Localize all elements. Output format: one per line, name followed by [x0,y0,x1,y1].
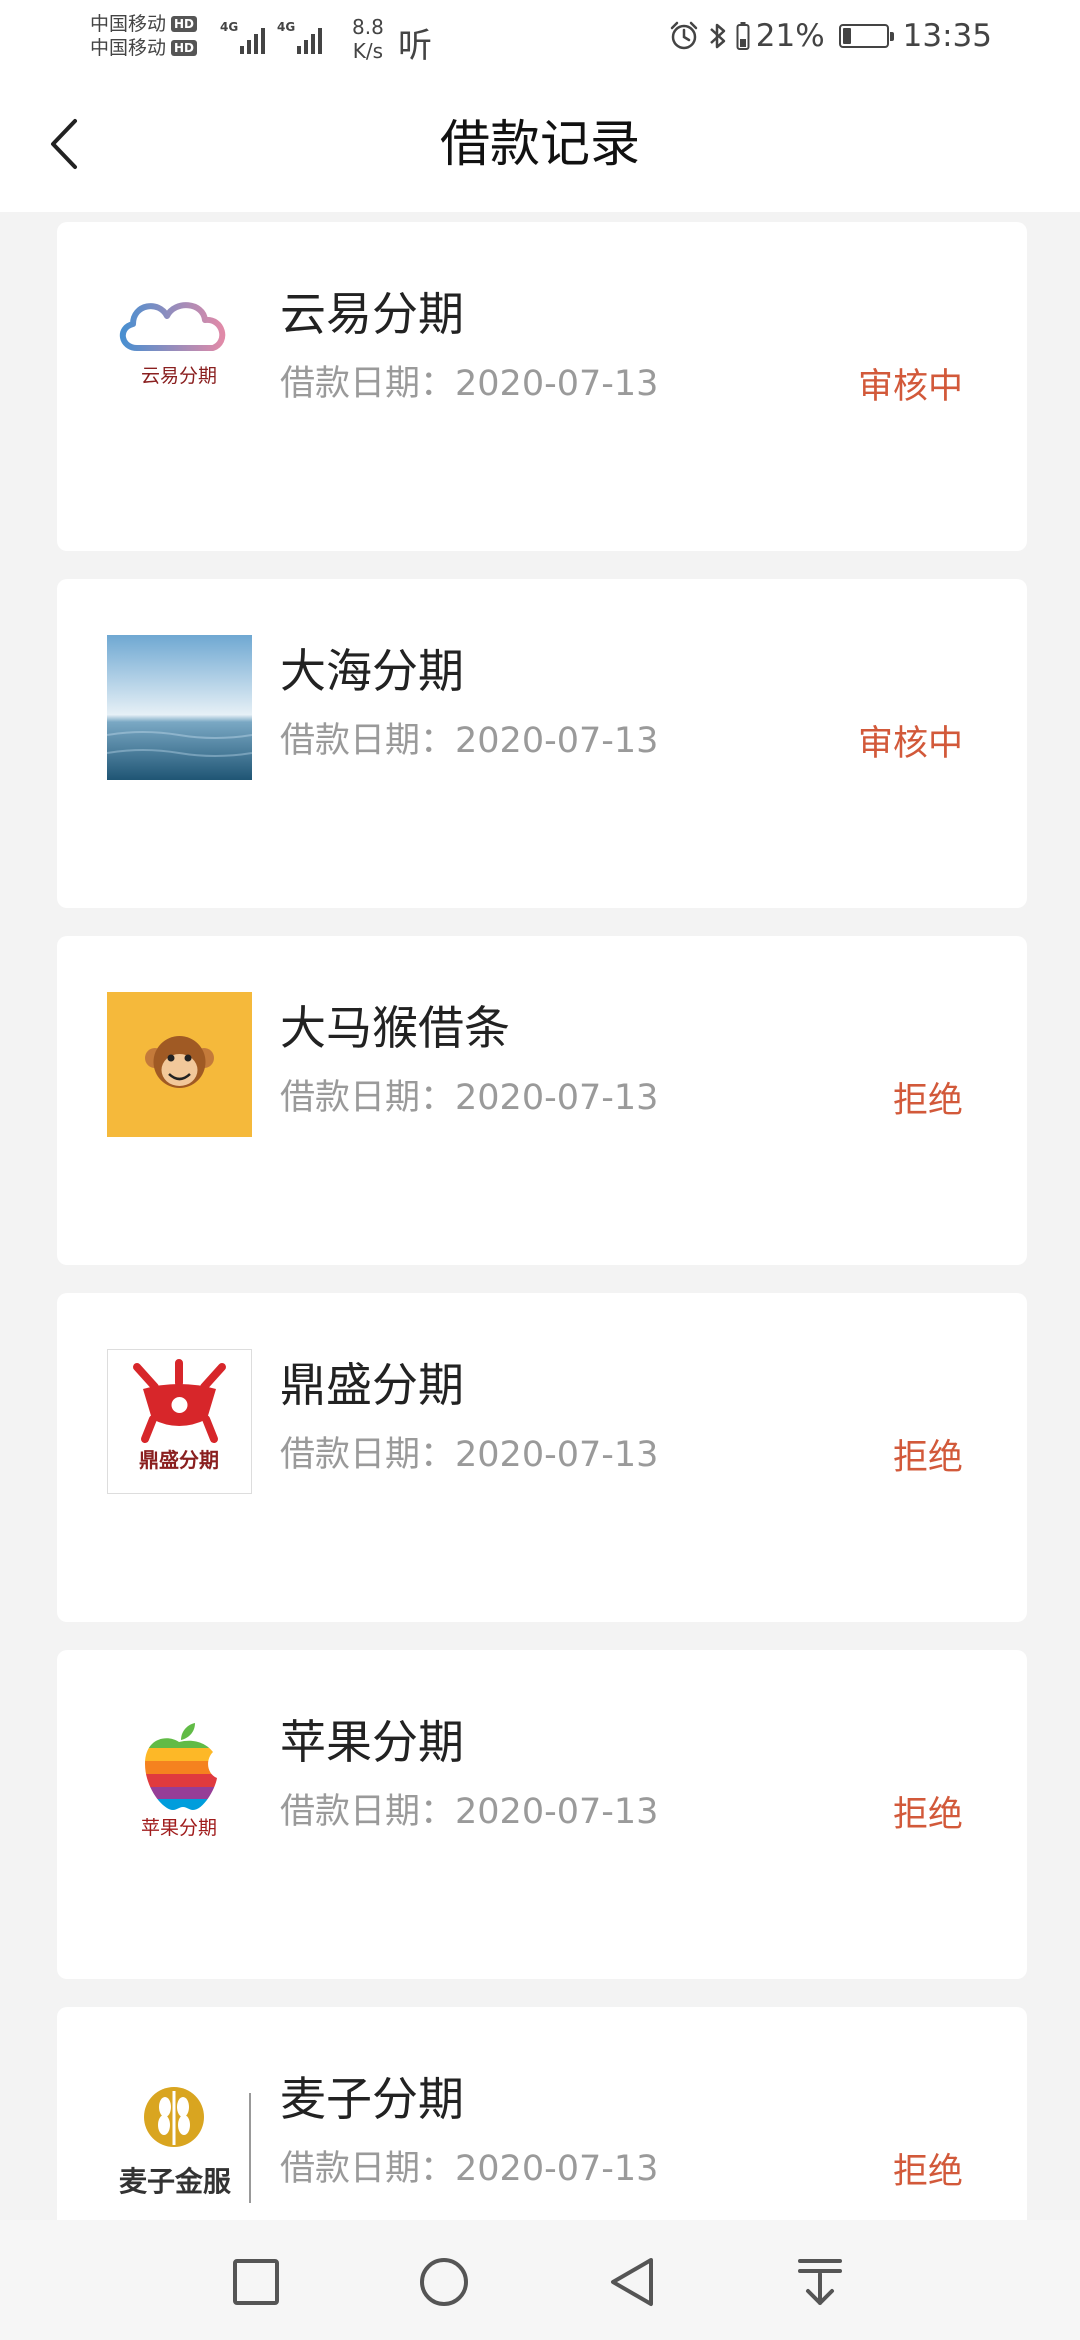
loan-status: 拒绝 [892,1438,963,1478]
system-nav-bar [0,2220,1080,2340]
carrier-2: 中国移动 [90,36,167,59]
loan-date: 借款日期：2020-07-13 [280,1792,659,1832]
battery-percent: 21% [755,18,825,54]
nav-back-button[interactable] [600,2250,664,2314]
lender-name: 大马猴借条 [280,1001,510,1055]
signal-icons: 4G 4G [220,20,322,54]
clock: 13:35 [902,18,992,54]
status-bar: 中国移动 HD 中国移动 HD 4G 4G 8.8 K/s 听 21% 13:3… [0,0,1080,76]
loan-card[interactable]: 苹果分期 苹果分期 借款日期：2020-07-13 拒绝 [57,1650,1027,1979]
lender-name: 苹果分期 [280,1715,464,1769]
loan-status: 审核中 [857,724,963,764]
lender-logo: 苹果分期 [107,1706,252,1851]
loan-date: 借款日期：2020-07-13 [280,721,659,761]
alarm-icon [670,21,697,50]
lender-logo: 麦子金服 [107,2063,252,2208]
loan-card[interactable]: 大海分期 借款日期：2020-07-13 审核中 [57,579,1027,908]
status-right: 21% 13:35 [668,18,992,54]
app-header: 借款记录 [0,76,1080,212]
loan-card[interactable]: 鼎盛分期 鼎盛分期 借款日期：2020-07-13 拒绝 [57,1293,1027,1622]
triangle-left-icon [611,2258,653,2306]
logo-text: 鼎盛分期 [139,1448,219,1472]
loan-date: 借款日期：2020-07-13 [280,1078,659,1118]
loan-status: 拒绝 [892,1081,963,1121]
lender-logo [107,992,252,1137]
home-button[interactable] [412,2250,476,2314]
pull-down-icon [798,2259,842,2305]
notifications-button[interactable] [788,2250,852,2314]
loan-status: 审核中 [857,367,963,407]
signal-icon: 4G [220,20,265,54]
loan-date: 借款日期：2020-07-13 [280,1435,659,1475]
logo-text: 云易分期 [141,365,217,387]
page-title: 借款记录 [440,115,640,173]
listen-icon: 听 [398,26,432,66]
lender-name: 云易分期 [280,287,464,341]
bluetooth-icon [709,23,725,49]
lender-name: 麦子分期 [280,2072,464,2126]
battery-small-icon [736,22,750,50]
carrier-info: 中国移动 HD 中国移动 HD [90,12,198,60]
loan-card[interactable]: 大马猴借条 借款日期：2020-07-13 拒绝 [57,936,1027,1265]
loan-date: 借款日期：2020-07-13 [280,364,659,404]
loan-status: 拒绝 [892,2152,963,2192]
loan-card[interactable]: 云易分期 云易分期 借款日期：2020-07-13 审核中 [57,222,1027,551]
signal-icon: 4G [277,20,322,54]
battery-icon [838,24,894,48]
loan-status: 拒绝 [892,1795,963,1835]
lender-logo: 云易分期 [107,278,252,423]
hd-badge: HD [171,16,198,32]
loan-card[interactable]: 麦子金服 麦子分期 借款日期：2020-07-13 拒绝 [57,2007,1027,2220]
logo-text: 麦子金服 [119,2165,232,2198]
lender-logo [107,635,252,780]
lender-logo: 鼎盛分期 [107,1349,252,1494]
hd-badge: HD [171,40,198,56]
logo-text: 苹果分期 [141,1817,217,1839]
loan-date: 借款日期：2020-07-13 [280,2149,659,2189]
loan-list[interactable]: 云易分期 云易分期 借款日期：2020-07-13 审核中 大海分期 借款日期：… [0,212,1080,2220]
carrier-1: 中国移动 [90,12,167,35]
recent-apps-button[interactable] [224,2250,288,2314]
circle-icon [420,2258,468,2306]
square-icon [233,2259,279,2305]
lender-name: 大海分期 [280,644,464,698]
lender-name: 鼎盛分期 [280,1358,464,1412]
network-speed: 8.8 K/s [352,15,384,63]
